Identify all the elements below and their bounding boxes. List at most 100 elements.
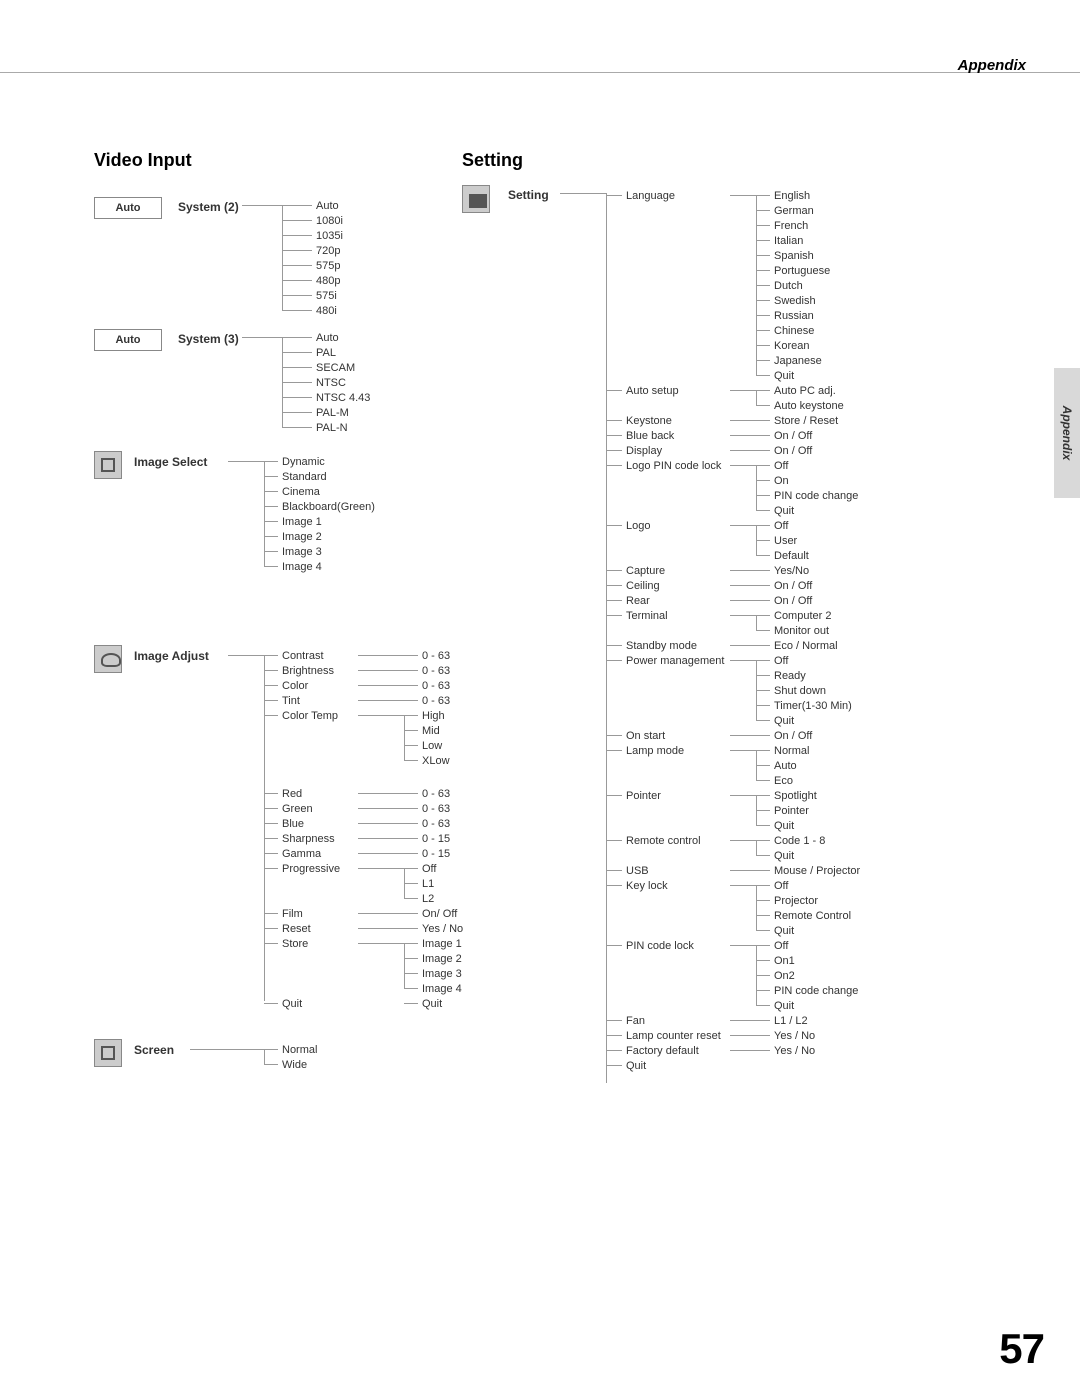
tree-value: Shut down — [774, 685, 826, 697]
tree-value: Normal — [774, 745, 809, 757]
tree-value: On / Off — [774, 445, 812, 457]
tree-value: Mid — [422, 725, 440, 737]
tree-item: PAL-N — [316, 422, 348, 434]
tree-item: Red — [282, 788, 302, 800]
tree-value: Korean — [774, 340, 809, 352]
tree-item: NTSC — [316, 377, 346, 389]
screen-label: Screen — [134, 1043, 174, 1057]
tree-item: 480p — [316, 275, 340, 287]
tree-value: L1 — [422, 878, 434, 890]
tree-item: Sharpness — [282, 833, 335, 845]
tree-item: Capture — [626, 565, 665, 577]
tree-item: Lamp mode — [626, 745, 684, 757]
tree-value: L1 / L2 — [774, 1015, 808, 1027]
tree-item: Terminal — [626, 610, 668, 622]
tree-value: 0 - 63 — [422, 665, 450, 677]
system3-label: System (3) — [178, 332, 239, 346]
tree-value: User — [774, 535, 797, 547]
tree-value: Ready — [774, 670, 806, 682]
header-title: Appendix — [958, 57, 1026, 74]
tree-item: Color — [282, 680, 308, 692]
tree-value: Off — [774, 880, 788, 892]
tree-value: Japanese — [774, 355, 822, 367]
tree-value: Dutch — [774, 280, 803, 292]
tree-value: On — [774, 475, 789, 487]
tree-item: Remote control — [626, 835, 701, 847]
tree-item: Auto — [316, 200, 339, 212]
tree-item: Blue — [282, 818, 304, 830]
video-input-heading: Video Input — [94, 150, 474, 171]
tree-value: 0 - 15 — [422, 848, 450, 860]
tree-item: Quit — [626, 1060, 646, 1072]
tree-value: Computer 2 — [774, 610, 831, 622]
tree-value: XLow — [422, 755, 450, 767]
tree-item: Green — [282, 803, 313, 815]
system2-label: System (2) — [178, 200, 239, 214]
tree-value: On / Off — [774, 730, 812, 742]
tree-item: Display — [626, 445, 662, 457]
tree-value: Yes / No — [774, 1045, 815, 1057]
tree-item: On start — [626, 730, 665, 742]
tree-value: 0 - 63 — [422, 695, 450, 707]
tree-value: Russian — [774, 310, 814, 322]
tree-item: Pointer — [626, 790, 661, 802]
tree-value: Image 2 — [422, 953, 462, 965]
tree-value: Pointer — [774, 805, 809, 817]
tree-value: 0 - 63 — [422, 680, 450, 692]
tree-item: Image 1 — [282, 516, 322, 528]
tree-value: Quit — [774, 925, 794, 937]
tree-item: Gamma — [282, 848, 321, 860]
tree-item: Rear — [626, 595, 650, 607]
tree-value: Monitor out — [774, 625, 829, 637]
tree-value: 0 - 63 — [422, 650, 450, 662]
tree-item: 720p — [316, 245, 340, 257]
tree-value: Auto — [774, 760, 797, 772]
tree-value: On / Off — [774, 595, 812, 607]
tree-value: On / Off — [774, 580, 812, 592]
tree-value: German — [774, 205, 814, 217]
tree-value: Quit — [774, 505, 794, 517]
tree-item: Film — [282, 908, 303, 920]
tree-value: Store / Reset — [774, 415, 838, 427]
tree-item: Auto — [316, 332, 339, 344]
image-adjust-icon — [94, 645, 122, 673]
tree-item: Progressive — [282, 863, 340, 875]
tree-value: Projector — [774, 895, 818, 907]
tree-value: Low — [422, 740, 442, 752]
page-number: 57 — [999, 1325, 1044, 1373]
tree-item: 575i — [316, 290, 337, 302]
tree-value: Off — [774, 655, 788, 667]
tree-value: Eco — [774, 775, 793, 787]
tree-item: Lamp counter reset — [626, 1030, 721, 1042]
image-adjust-label: Image Adjust — [134, 649, 209, 663]
tree-value: 0 - 63 — [422, 803, 450, 815]
tree-value: L2 — [422, 893, 434, 905]
tree-item: USB — [626, 865, 649, 877]
tree-item: 575p — [316, 260, 340, 272]
tree-item: Language — [626, 190, 675, 202]
tree-item: Power management — [626, 655, 724, 667]
tree-value: Yes / No — [422, 923, 463, 935]
tree-value: Off — [774, 940, 788, 952]
tree-item: Standard — [282, 471, 327, 483]
tree-item: Quit — [282, 998, 302, 1010]
side-tab: Appendix — [1054, 368, 1080, 498]
tree-value: On/ Off — [422, 908, 457, 920]
tree-item: Ceiling — [626, 580, 660, 592]
tree-item: 1035i — [316, 230, 343, 242]
tree-item: PAL — [316, 347, 336, 359]
tree-item: Logo PIN code lock — [626, 460, 721, 472]
tree-value: Default — [774, 550, 809, 562]
tree-value: Off — [422, 863, 436, 875]
setting-icon — [462, 185, 490, 213]
tree-item: Wide — [282, 1059, 307, 1071]
tree-item: Standby mode — [626, 640, 697, 652]
tree-value: Auto keystone — [774, 400, 844, 412]
tree-item: SECAM — [316, 362, 355, 374]
tree-value: Image 4 — [422, 983, 462, 995]
tree-item: Dynamic — [282, 456, 325, 468]
tree-value: Spotlight — [774, 790, 817, 802]
tree-value: Timer(1-30 Min) — [774, 700, 852, 712]
tree-item: PAL-M — [316, 407, 349, 419]
tree-value: Eco / Normal — [774, 640, 838, 652]
